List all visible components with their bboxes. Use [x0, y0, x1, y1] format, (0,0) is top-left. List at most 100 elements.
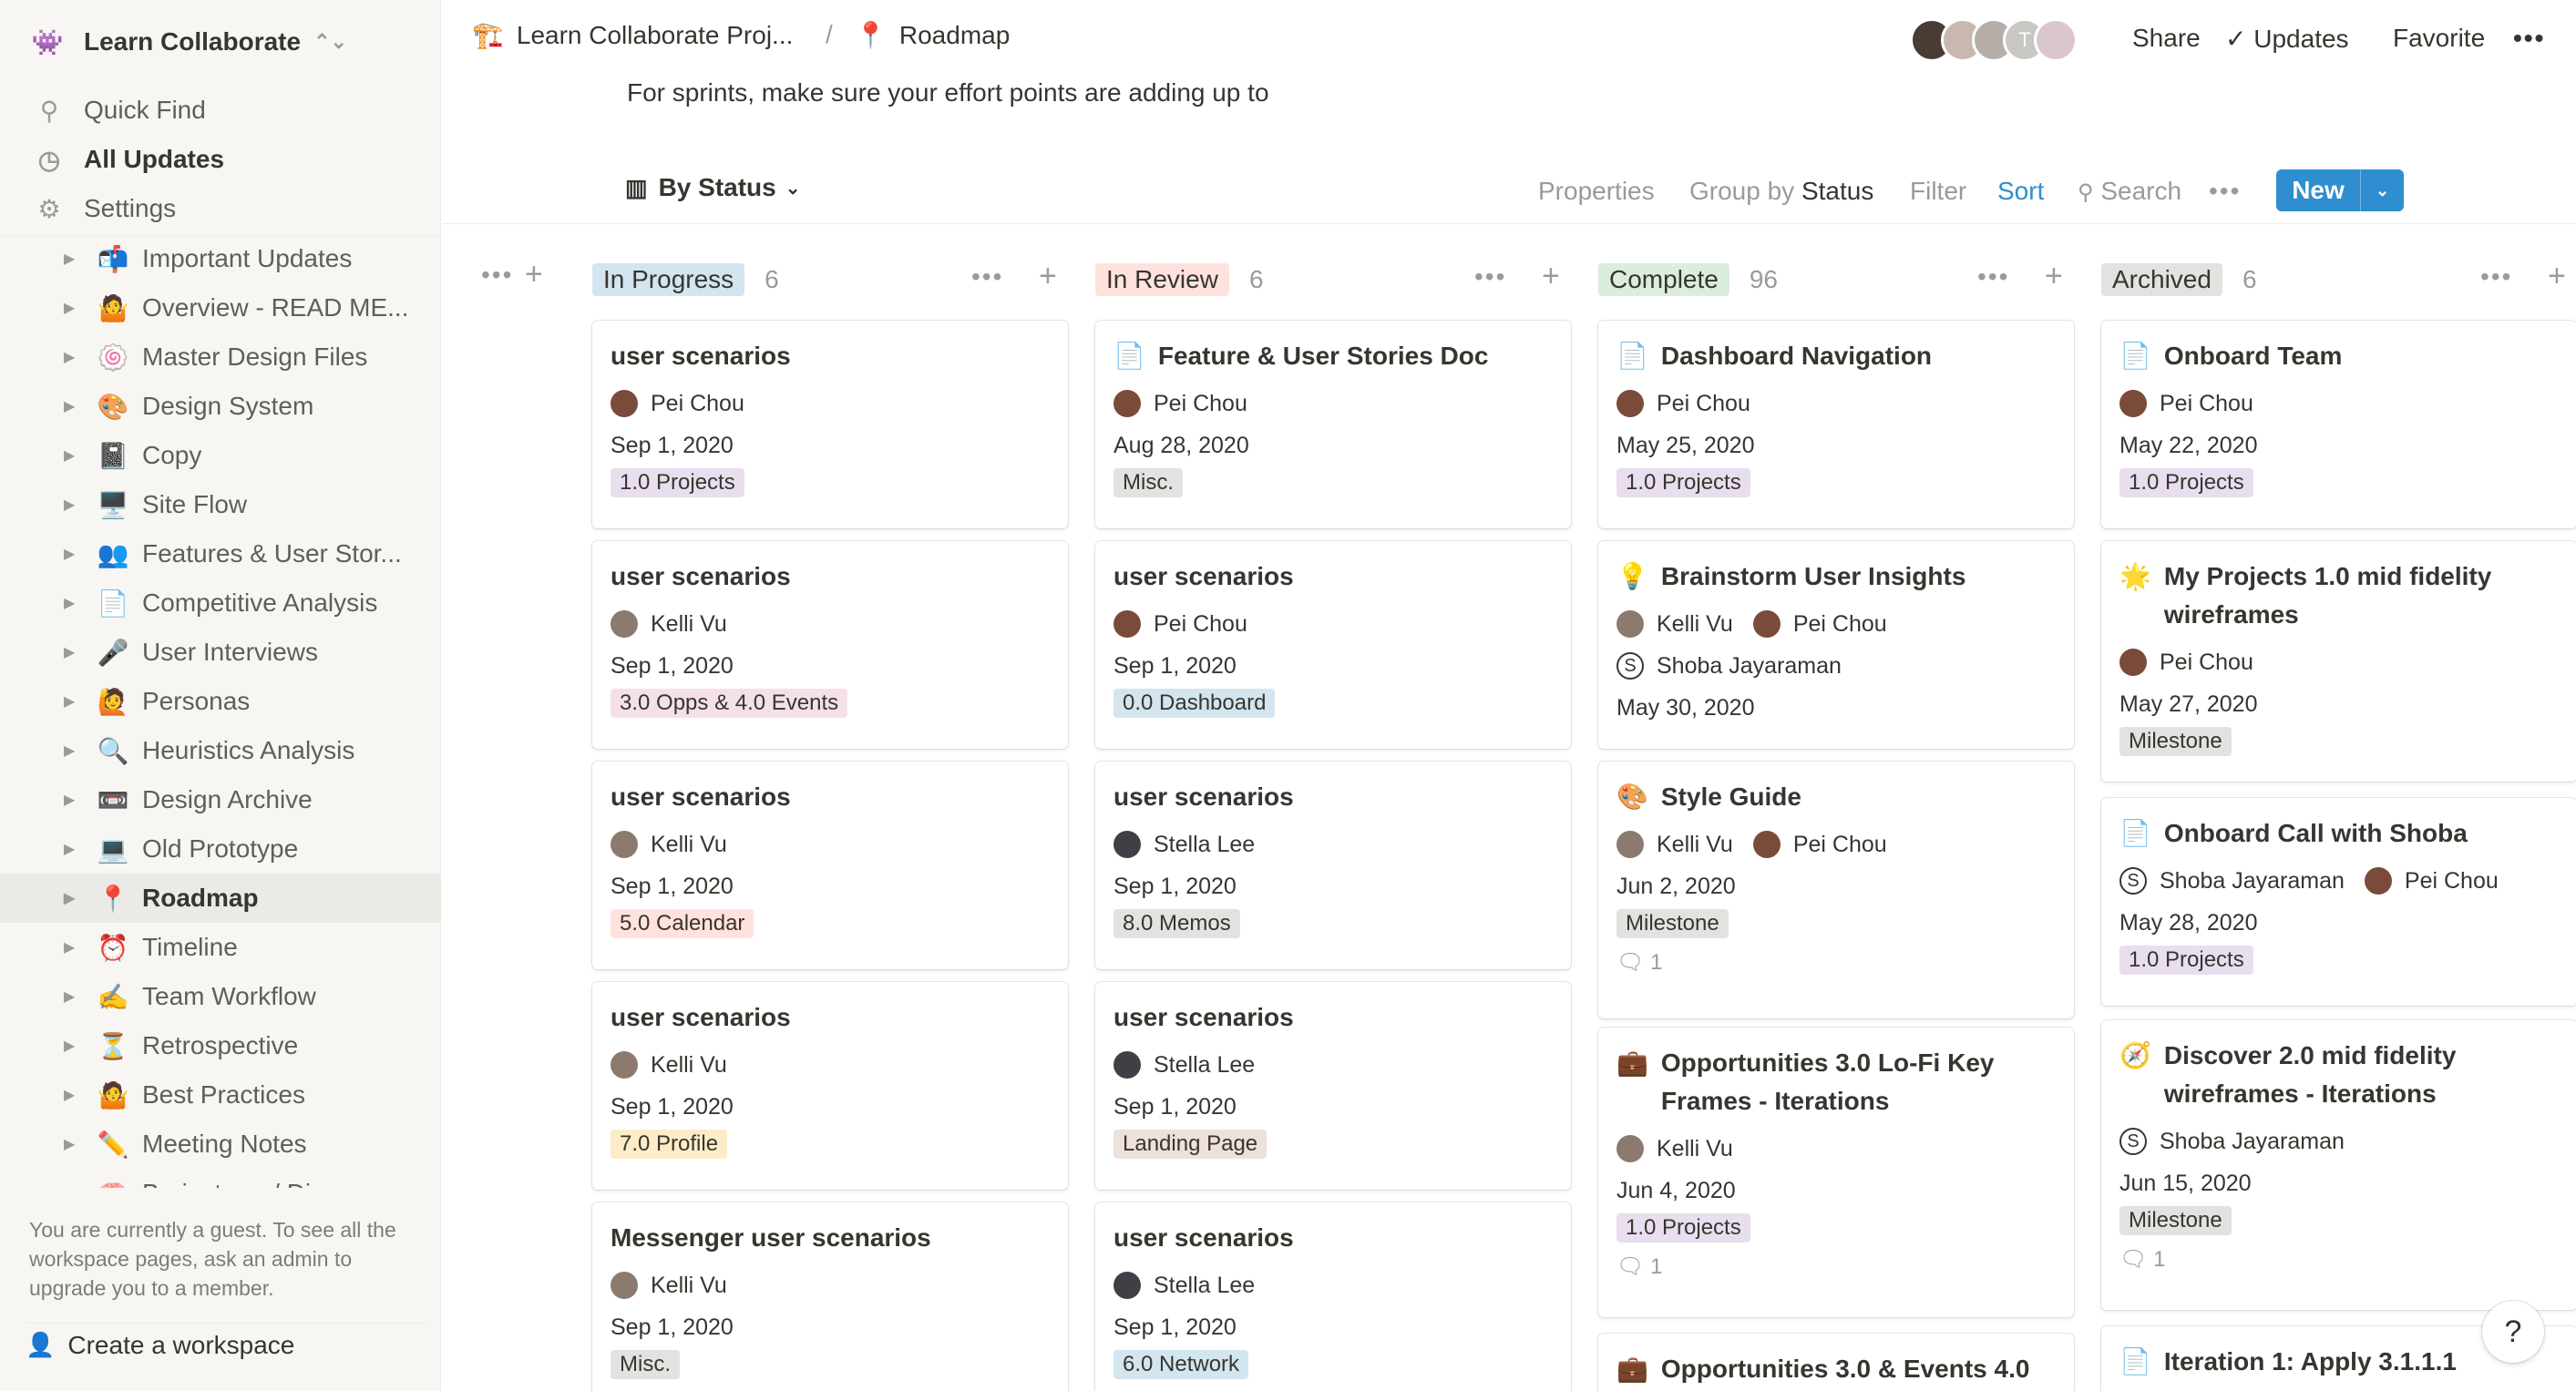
card-emoji-icon: 📄	[1114, 342, 1145, 370]
sidebar-nav-label: Settings	[84, 194, 177, 222]
board-card[interactable]: user scenarios Kelli Vu Sep 1, 2020 7.0 Pro…	[592, 982, 1068, 1190]
expand-triangle-icon[interactable]: ▶	[64, 840, 75, 858]
sidebar-page-item[interactable]: ▶ ⏰ Timeline	[0, 923, 441, 972]
chevron-down-icon[interactable]: ⌄	[2360, 169, 2404, 211]
card-people: Kelli Vu	[611, 823, 1050, 865]
board-card[interactable]: 📄 Onboard Call with Shoba S Shoba Jayaraman…	[2101, 798, 2576, 1006]
collaborator-avatars[interactable]: T	[1910, 18, 2078, 62]
more-options-button[interactable]: •••	[2513, 24, 2545, 53]
breadcrumb-page[interactable]: 📍 Roadmap	[855, 20, 1010, 50]
column-add-button[interactable]: +	[1542, 259, 1560, 294]
card-date: Sep 1, 2020	[611, 433, 734, 458]
expand-triangle-icon[interactable]: ▶	[64, 1135, 75, 1153]
expand-triangle-icon[interactable]: ▶	[64, 987, 75, 1006]
sidebar-nav-settings[interactable]: ⚙ Settings	[31, 184, 423, 233]
sort-button[interactable]: Sort	[1997, 177, 2044, 206]
updates-button[interactable]: ✓ Updates	[2225, 24, 2349, 54]
expand-triangle-icon[interactable]: ▶	[64, 938, 75, 956]
board-card[interactable]: user scenarios Stella Lee Sep 1, 2020 6.0 N…	[1095, 1202, 1571, 1391]
board-card[interactable]: user scenarios Kelli Vu Sep 1, 2020 3.0 Opp…	[592, 541, 1068, 749]
sidebar-page-item[interactable]: ▶ 🔍 Heuristics Analysis	[0, 726, 441, 775]
sidebar-page-item[interactable]: ▶ 💻 Old Prototype	[0, 824, 441, 874]
page-label: Design System	[142, 392, 314, 420]
board-card[interactable]: user scenarios Pei Chou Sep 1, 2020 1.0 Pro…	[592, 321, 1068, 528]
column-add-button[interactable]: +	[2045, 259, 2063, 294]
expand-triangle-icon[interactable]: ▶	[64, 496, 75, 514]
help-button[interactable]: ?	[2482, 1301, 2544, 1363]
new-button[interactable]: New ⌄	[2276, 169, 2404, 211]
view-selector[interactable]: ▥ By Status ⌄	[625, 173, 801, 202]
board-card[interactable]: 📄 Onboard Team Pei Chou May 22, 2020 1.0 Pro…	[2101, 321, 2576, 528]
sidebar-page-item[interactable]: ▶ 🧠 Brainstorm / Discuss	[0, 1169, 441, 1188]
expand-triangle-icon[interactable]: ▶	[64, 1086, 75, 1104]
sidebar-page-item[interactable]: ▶ ✍️ Team Workflow	[0, 972, 441, 1021]
sidebar-page-item[interactable]: ▶ ✏️ Meeting Notes	[0, 1120, 441, 1169]
expand-triangle-icon[interactable]: ▶	[64, 545, 75, 563]
sidebar-page-item[interactable]: ▶ 👥 Features & User Stor...	[0, 529, 441, 578]
card-tag: Milestone	[1616, 909, 1729, 938]
person-chip: Pei Chou	[1114, 603, 1247, 645]
sidebar-page-item[interactable]: ▶ 🎨 Design System	[0, 382, 441, 431]
sidebar-page-item[interactable]: ▶ 📓 Copy	[0, 431, 441, 480]
filter-button[interactable]: Filter	[1910, 177, 1966, 206]
expand-triangle-icon[interactable]: ▶	[64, 1184, 75, 1188]
create-workspace-button[interactable]: 👤 Create a workspace	[26, 1323, 426, 1366]
board-card[interactable]: user scenarios Pei Chou Sep 1, 2020 0.0 Das…	[1095, 541, 1571, 749]
expand-triangle-icon[interactable]: ▶	[64, 791, 75, 809]
expand-triangle-icon[interactable]: ▶	[64, 348, 75, 366]
breadcrumb-project[interactable]: 🏗️ Learn Collaborate Proj...	[472, 20, 793, 50]
board-card[interactable]: Messenger user scenarios Kelli Vu Sep 1, 2…	[592, 1202, 1068, 1391]
expand-triangle-icon[interactable]: ▶	[64, 250, 75, 268]
workspace-switcher[interactable]: 👾 Learn Collaborate ⌃⌄	[31, 20, 347, 64]
board-card[interactable]: user scenarios Kelli Vu Sep 1, 2020 5.0 Cal…	[592, 762, 1068, 969]
board-card[interactable]: 💼 Opportunities 3.0 Lo-Fi Key Frames - It…	[1598, 1028, 2074, 1317]
sidebar-page-item[interactable]: ▶ 🖥️ Site Flow	[0, 480, 441, 529]
board-card[interactable]: 📄 Feature & User Stories Doc Pei Chou Aug 2…	[1095, 321, 1571, 528]
sidebar-page-item[interactable]: ▶ 🍥 Master Design Files	[0, 332, 441, 382]
search-button[interactable]: ⚲ Search	[2078, 177, 2181, 206]
properties-button[interactable]: Properties	[1538, 177, 1655, 206]
share-button[interactable]: Share	[2132, 24, 2201, 53]
expand-triangle-icon[interactable]: ▶	[64, 397, 75, 415]
expand-triangle-icon[interactable]: ▶	[64, 643, 75, 661]
expand-triangle-icon[interactable]: ▶	[64, 594, 75, 612]
column-more-button[interactable]: •••	[1977, 262, 2009, 291]
column-more-button[interactable]: •••	[1474, 262, 1506, 291]
board-card[interactable]: 📄 Dashboard Navigation Pei Chou May 25, 202…	[1598, 321, 2074, 528]
expand-triangle-icon[interactable]: ▶	[64, 299, 75, 317]
column-add-button[interactable]: +	[1039, 259, 1057, 294]
no-status-add-button[interactable]: +	[525, 257, 543, 292]
sidebar-page-item[interactable]: ▶ 🙋 Personas	[0, 677, 441, 726]
expand-triangle-icon[interactable]: ▶	[64, 889, 75, 907]
sidebar-page-item[interactable]: ▶ 📼 Design Archive	[0, 775, 441, 824]
board-card[interactable]: 🌟 My Projects 1.0 mid fidelity wireframes…	[2101, 541, 2576, 782]
check-icon: ✓	[2225, 25, 2247, 53]
column-add-button[interactable]: +	[2548, 259, 2566, 294]
board-card[interactable]: 💡 Brainstorm User Insights Kelli Vu Pei Cho…	[1598, 541, 2074, 749]
sidebar-page-item[interactable]: ▶ 🤷 Best Practices	[0, 1070, 441, 1120]
expand-triangle-icon[interactable]: ▶	[64, 742, 75, 760]
status-tag: Complete	[1598, 263, 1729, 296]
sidebar-page-item[interactable]: ▶ 🎤 User Interviews	[0, 628, 441, 677]
board-card[interactable]: user scenarios Stella Lee Sep 1, 2020 8.0 M…	[1095, 762, 1571, 969]
group-by-button[interactable]: Group by Status	[1689, 177, 1873, 206]
sidebar-nav-all-updates[interactable]: ◷ All Updates	[31, 135, 423, 184]
column-more-button[interactable]: •••	[971, 262, 1003, 291]
no-status-more-button[interactable]: •••	[481, 261, 513, 290]
board-card[interactable]: 🧭 Discover 2.0 mid fidelity wireframes - …	[2101, 1020, 2576, 1310]
favorite-button[interactable]: Favorite	[2393, 24, 2485, 53]
sidebar-nav-quick-find[interactable]: ⚲ Quick Find	[31, 86, 423, 135]
board-card[interactable]: user scenarios Stella Lee Sep 1, 2020 Landi…	[1095, 982, 1571, 1190]
column-more-button[interactable]: •••	[2480, 262, 2512, 291]
view-more-button[interactable]: •••	[2209, 177, 2241, 206]
sidebar-page-item[interactable]: ▶ ⏳ Retrospective	[0, 1021, 441, 1070]
sidebar-page-item[interactable]: ▶ 🤷 Overview - READ ME...	[0, 283, 441, 332]
sidebar-page-item[interactable]: ▶ 📍 Roadmap	[0, 874, 441, 923]
sidebar-page-item[interactable]: ▶ 📄 Competitive Analysis	[0, 578, 441, 628]
board-card[interactable]: 💼 Opportunities 3.0 & Events 4.0	[1598, 1334, 2074, 1391]
expand-triangle-icon[interactable]: ▶	[64, 1037, 75, 1055]
expand-triangle-icon[interactable]: ▶	[64, 446, 75, 465]
sidebar-page-item[interactable]: ▶ 📬 Important Updates	[0, 236, 441, 283]
expand-triangle-icon[interactable]: ▶	[64, 692, 75, 711]
board-card[interactable]: 🎨 Style Guide Kelli Vu Pei Chou Jun 2, 2020 M…	[1598, 762, 2074, 1018]
